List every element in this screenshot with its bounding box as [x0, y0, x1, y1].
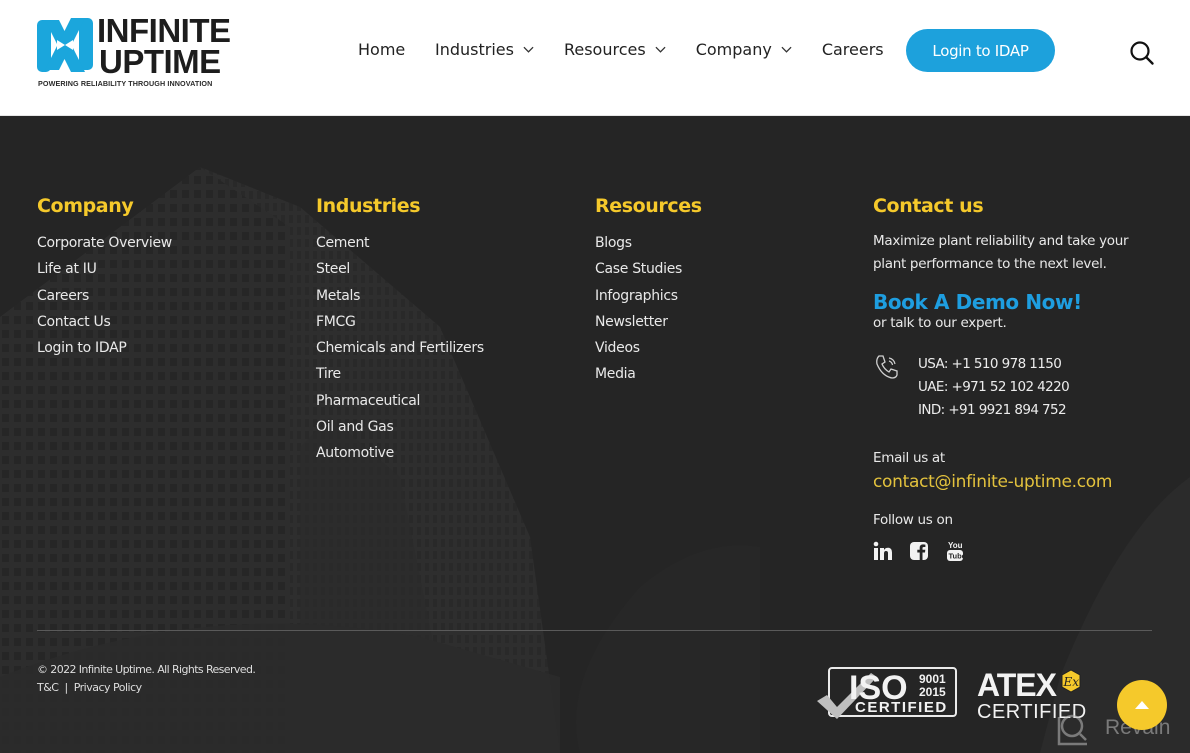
footer-link-blogs[interactable]: Blogs	[595, 230, 702, 256]
footer-link-careers[interactable]: Careers	[37, 283, 172, 309]
svg-text:ATEX: ATEX	[977, 667, 1058, 703]
email-label: Email us at	[873, 450, 945, 466]
scroll-to-top-button[interactable]	[1117, 680, 1167, 730]
contact-heading: Contact us	[873, 195, 984, 217]
revain-logo-icon	[1057, 714, 1087, 746]
chevron-down-icon	[655, 46, 666, 53]
nav-resources[interactable]: Resources	[564, 40, 666, 59]
legal-separator: |	[64, 681, 68, 694]
footer-link-videos[interactable]: Videos	[595, 335, 702, 361]
footer-link-infographics[interactable]: Infographics	[595, 283, 702, 309]
footer-link-newsletter[interactable]: Newsletter	[595, 309, 702, 335]
legal-links: T&C | Privacy Policy	[37, 681, 142, 694]
copyright-text: © 2022 Infinite Uptime. All Rights Reser…	[37, 663, 256, 676]
youtube-icon[interactable]: You Tube	[945, 540, 965, 562]
linkedin-icon[interactable]	[873, 540, 893, 562]
footer-company-column: Company Corporate Overview Life at IU Ca…	[37, 194, 172, 361]
expert-text: or talk to our expert.	[873, 315, 1007, 331]
footer-link-tire[interactable]: Tire	[316, 361, 484, 387]
facebook-icon[interactable]	[909, 540, 929, 562]
nav-home-label: Home	[358, 40, 406, 59]
site-header: INFINITE UPTIME POWERING RELIABILITY THR…	[0, 0, 1190, 116]
terms-link[interactable]: T&C	[37, 681, 59, 694]
svg-text:Tube: Tube	[949, 552, 966, 561]
logo-text-line2: UPTIME	[99, 43, 221, 80]
footer-link-oil-and-gas[interactable]: Oil and Gas	[316, 414, 484, 440]
chevron-down-icon	[523, 46, 534, 53]
email-link[interactable]: contact@infinite-uptime.com	[873, 471, 1163, 493]
logo[interactable]: INFINITE UPTIME POWERING RELIABILITY THR…	[37, 14, 231, 90]
nav-company[interactable]: Company	[696, 40, 792, 59]
nav-industries[interactable]: Industries	[435, 40, 534, 59]
logo-tagline: POWERING RELIABILITY THROUGH INNOVATION	[38, 79, 213, 88]
svg-text:2015: 2015	[919, 685, 946, 699]
footer-link-pharmaceutical[interactable]: Pharmaceutical	[316, 388, 484, 414]
search-icon[interactable]	[1129, 40, 1155, 66]
nav-industries-label: Industries	[435, 40, 514, 59]
footer-contact-column: Contact us Maximize plant reliability an…	[873, 194, 1163, 562]
nav-resources-label: Resources	[563, 40, 646, 59]
contact-description: Maximize plant reliability and take your…	[873, 233, 1129, 272]
footer-link-cement[interactable]: Cement	[316, 230, 484, 256]
svg-text:9001: 9001	[919, 672, 946, 686]
privacy-policy-link[interactable]: Privacy Policy	[74, 681, 142, 694]
nav-careers-label: Careers	[821, 40, 884, 59]
footer-link-contact-us[interactable]: Contact Us	[37, 309, 172, 335]
book-demo-link[interactable]: Book A Demo Now!	[873, 290, 1163, 314]
footer-divider	[37, 630, 1152, 631]
footer-link-login-idap[interactable]: Login to IDAP	[37, 335, 172, 361]
phone-list: USA: +1 510 978 1150 UAE: +971 52 102 42…	[918, 353, 1070, 422]
footer-link-media[interactable]: Media	[595, 361, 702, 387]
chevron-down-icon	[781, 46, 792, 53]
company-heading: Company	[37, 195, 134, 217]
svg-text:You: You	[948, 541, 963, 550]
caret-up-icon	[1135, 701, 1149, 709]
phone-block: USA: +1 510 978 1150 UAE: +971 52 102 42…	[873, 353, 1163, 423]
resources-heading: Resources	[595, 195, 702, 217]
phone-icon	[876, 355, 898, 379]
svg-text:CERTIFIED: CERTIFIED	[855, 699, 948, 716]
footer-link-metals[interactable]: Metals	[316, 283, 484, 309]
nav-home[interactable]: Home	[358, 40, 406, 59]
logo-mark-icon	[37, 18, 93, 72]
footer-link-life-at-iu[interactable]: Life at IU	[37, 256, 172, 282]
footer-link-fmcg[interactable]: FMCG	[316, 309, 484, 335]
footer-resources-column: Resources Blogs Case Studies Infographic…	[595, 194, 702, 388]
footer-link-corporate-overview[interactable]: Corporate Overview	[37, 230, 172, 256]
footer-link-steel[interactable]: Steel	[316, 256, 484, 282]
follow-label: Follow us on	[873, 512, 953, 528]
iso-certified-badge: ISO 9001 2015 CERTIFIED	[817, 667, 957, 719]
industries-heading: Industries	[316, 195, 421, 217]
footer-link-chemicals-fertilizers[interactable]: Chemicals and Fertilizers	[316, 335, 484, 361]
phone-ind[interactable]: IND: +91 9921 894 752	[918, 399, 1069, 422]
nav-company-label: Company	[695, 40, 772, 59]
login-idap-button[interactable]: Login to IDAP	[906, 29, 1055, 72]
main-nav: Home Industries Resources Company Career…	[358, 40, 914, 59]
footer-industries-column: Industries Cement Steel Metals FMCG Chem…	[316, 194, 484, 467]
footer-link-case-studies[interactable]: Case Studies	[595, 256, 702, 282]
social-links: You Tube	[873, 540, 1163, 562]
nav-careers[interactable]: Careers	[822, 40, 884, 59]
footer-link-automotive[interactable]: Automotive	[316, 440, 484, 466]
site-footer: Company Corporate Overview Life at IU Ca…	[0, 117, 1190, 753]
svg-text:Ex: Ex	[1063, 675, 1080, 689]
phone-usa[interactable]: USA: +1 510 978 1150	[918, 353, 1069, 376]
phone-uae[interactable]: UAE: +971 52 102 4220	[918, 376, 1070, 399]
